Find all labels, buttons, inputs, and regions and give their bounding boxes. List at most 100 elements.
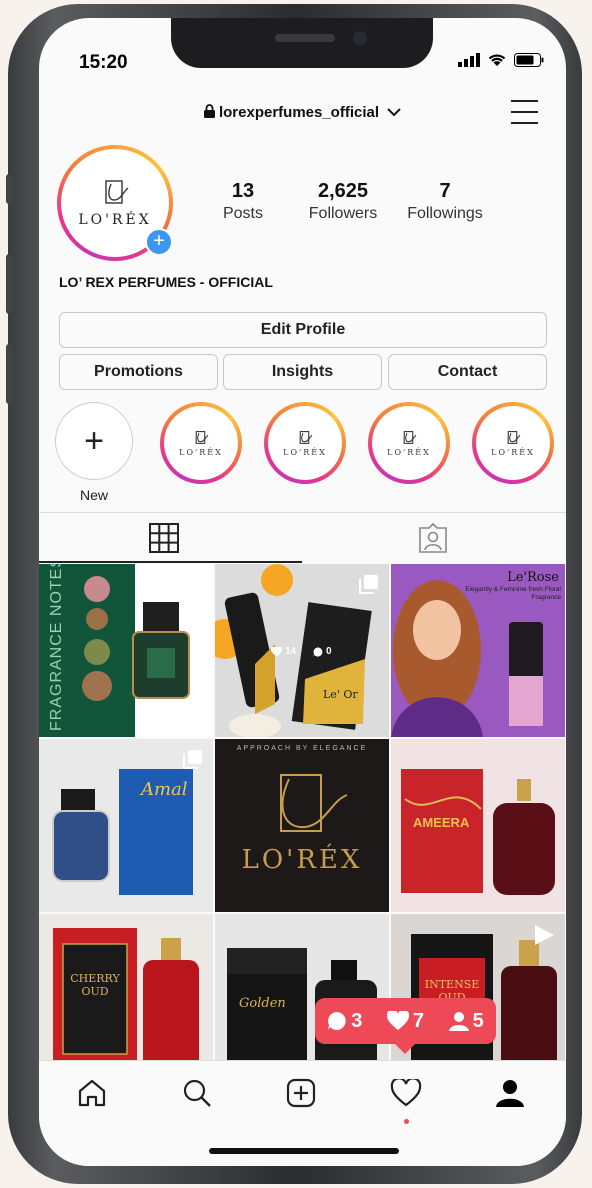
status-time: 15:20 xyxy=(79,52,128,73)
highlight-new[interactable]: + New xyxy=(55,402,133,503)
screen: 15:20 lorexperfumes_official LO'RÉX + 13… xyxy=(39,18,566,1166)
post-5[interactable]: APPROACH BY ELEGANCE LO'RÉX xyxy=(215,739,389,912)
highlight-2[interactable]: LO'RÉX xyxy=(264,402,346,484)
post-6-label: AMEERA xyxy=(413,815,470,830)
user-icon xyxy=(448,1012,469,1031)
highlight-logo-text: LO'RÉX xyxy=(283,447,327,457)
activity-dot xyxy=(404,1119,409,1124)
highlight-logo-text: LO'RÉX xyxy=(179,447,223,457)
stat-posts-label: Posts xyxy=(222,205,263,222)
comment-icon xyxy=(328,1012,346,1030)
lock-icon xyxy=(203,104,215,118)
tab-tagged[interactable] xyxy=(417,522,449,558)
brand-logo-mark xyxy=(299,430,313,444)
post-4[interactable]: Amal xyxy=(39,739,213,912)
post-2-label: Le' Or xyxy=(323,688,358,701)
nav-create[interactable] xyxy=(281,1073,321,1113)
nav-search[interactable] xyxy=(177,1073,217,1113)
stat-followers-value: 2,625 xyxy=(317,180,369,202)
post-5-image xyxy=(215,739,389,912)
post-6[interactable]: AMEERA xyxy=(391,739,565,912)
post-2-likes-count: 14 xyxy=(285,646,297,657)
brand-logo-mark xyxy=(195,430,209,444)
tab-active-indicator xyxy=(39,561,302,563)
carousel-icon xyxy=(183,750,202,769)
account-switcher[interactable]: lorexperfumes_official xyxy=(39,104,566,121)
post-2[interactable]: Le' Or 14 0 xyxy=(215,564,389,737)
post-3-subtitle: Elegantly & Feminine fresh Floral Fragra… xyxy=(465,586,561,601)
signal-icon xyxy=(458,53,480,67)
status-icons xyxy=(458,52,544,67)
notification-follows: 5 xyxy=(448,1009,484,1033)
highlight-logo-text: LO'RÉX xyxy=(387,447,431,457)
camera xyxy=(353,31,367,45)
battery-icon xyxy=(514,53,544,67)
promotions-button[interactable]: Promotions xyxy=(59,354,218,390)
heart-icon xyxy=(386,1011,409,1030)
profile-display-name: LO’ REX PERFUMES - OFFICIAL xyxy=(59,274,273,290)
side-button-mute xyxy=(6,174,12,204)
stat-posts-value: 13 xyxy=(231,180,255,202)
highlight-3[interactable]: LO'RÉX xyxy=(368,402,450,484)
wifi-icon xyxy=(488,54,506,66)
heart-icon xyxy=(271,646,282,656)
stat-followers-label: Followers xyxy=(308,205,378,222)
avatar-brand-text: LO'RÉX xyxy=(78,212,152,228)
side-button-volume-up xyxy=(6,254,12,314)
comment-icon xyxy=(313,647,323,656)
stat-followings-value: 7 xyxy=(439,180,451,202)
post-4-label: Amal xyxy=(141,779,188,800)
add-story-badge[interactable]: + xyxy=(145,228,173,256)
notification-likes-count: 7 xyxy=(412,1009,425,1032)
tab-grid[interactable] xyxy=(149,523,179,558)
post-1[interactable]: FRAGRANCE NOTES xyxy=(39,564,213,737)
edit-profile-button[interactable]: Edit Profile xyxy=(59,312,547,348)
post-3[interactable]: Le'Rose Elegantly & Feminine fresh Flora… xyxy=(391,564,565,737)
notification-comments-count: 3 xyxy=(351,1009,363,1032)
post-7-label: CHERRY OUD xyxy=(70,972,120,998)
highlight-4[interactable]: LO'RÉX xyxy=(472,402,554,484)
notch xyxy=(171,18,433,68)
phone-frame: 15:20 lorexperfumes_official LO'RÉX + 13… xyxy=(6,4,582,1184)
brand-logo-mark xyxy=(403,430,417,444)
post-2-likes: 14 xyxy=(271,646,296,657)
notification-follows-count: 5 xyxy=(472,1009,484,1032)
nav-home[interactable] xyxy=(72,1073,112,1113)
carousel-icon xyxy=(359,575,378,594)
stat-followings[interactable]: 7 Followings xyxy=(399,180,491,223)
post-2-comments: 0 xyxy=(313,646,332,657)
plus-icon: + xyxy=(55,402,133,480)
brand-logo-mark xyxy=(105,180,129,204)
grid-icon xyxy=(149,523,179,553)
post-3-title: Le'Rose xyxy=(507,570,559,585)
tagged-user-icon xyxy=(419,522,447,553)
home-indicator xyxy=(209,1148,399,1154)
post-1-label: FRAGRANCE NOTES xyxy=(48,564,65,731)
stat-posts[interactable]: 13 Posts xyxy=(207,180,279,223)
add-post-icon xyxy=(286,1078,316,1108)
nav-profile[interactable] xyxy=(490,1073,530,1113)
search-icon xyxy=(183,1079,211,1107)
side-button-volume-down xyxy=(6,344,12,404)
highlight-new-label: New xyxy=(79,487,108,503)
username: lorexperfumes_official xyxy=(218,104,380,121)
menu-icon[interactable] xyxy=(511,100,538,124)
profile-icon xyxy=(496,1080,524,1107)
highlight-1[interactable]: LO'RÉX xyxy=(160,402,242,484)
heart-outline-icon xyxy=(390,1079,422,1107)
speaker xyxy=(275,34,335,42)
video-play-icon xyxy=(535,925,554,945)
contact-button[interactable]: Contact xyxy=(388,354,547,390)
home-icon xyxy=(78,1079,106,1107)
post-8-label: Golden xyxy=(239,996,286,1011)
stat-followers[interactable]: 2,625 Followers xyxy=(301,180,385,223)
post-5-brand: LO'RÉX xyxy=(241,845,363,875)
chevron-down-icon xyxy=(387,108,401,117)
activity-notification[interactable]: 3 7 5 xyxy=(315,998,496,1054)
brand-logo-mark xyxy=(507,430,521,444)
post-2-comments-count: 0 xyxy=(326,646,332,657)
insights-button[interactable]: Insights xyxy=(223,354,382,390)
nav-activity[interactable] xyxy=(386,1073,426,1124)
post-5-tagline: APPROACH BY ELEGANCE xyxy=(236,745,368,752)
notification-comments: 3 xyxy=(327,1010,362,1033)
